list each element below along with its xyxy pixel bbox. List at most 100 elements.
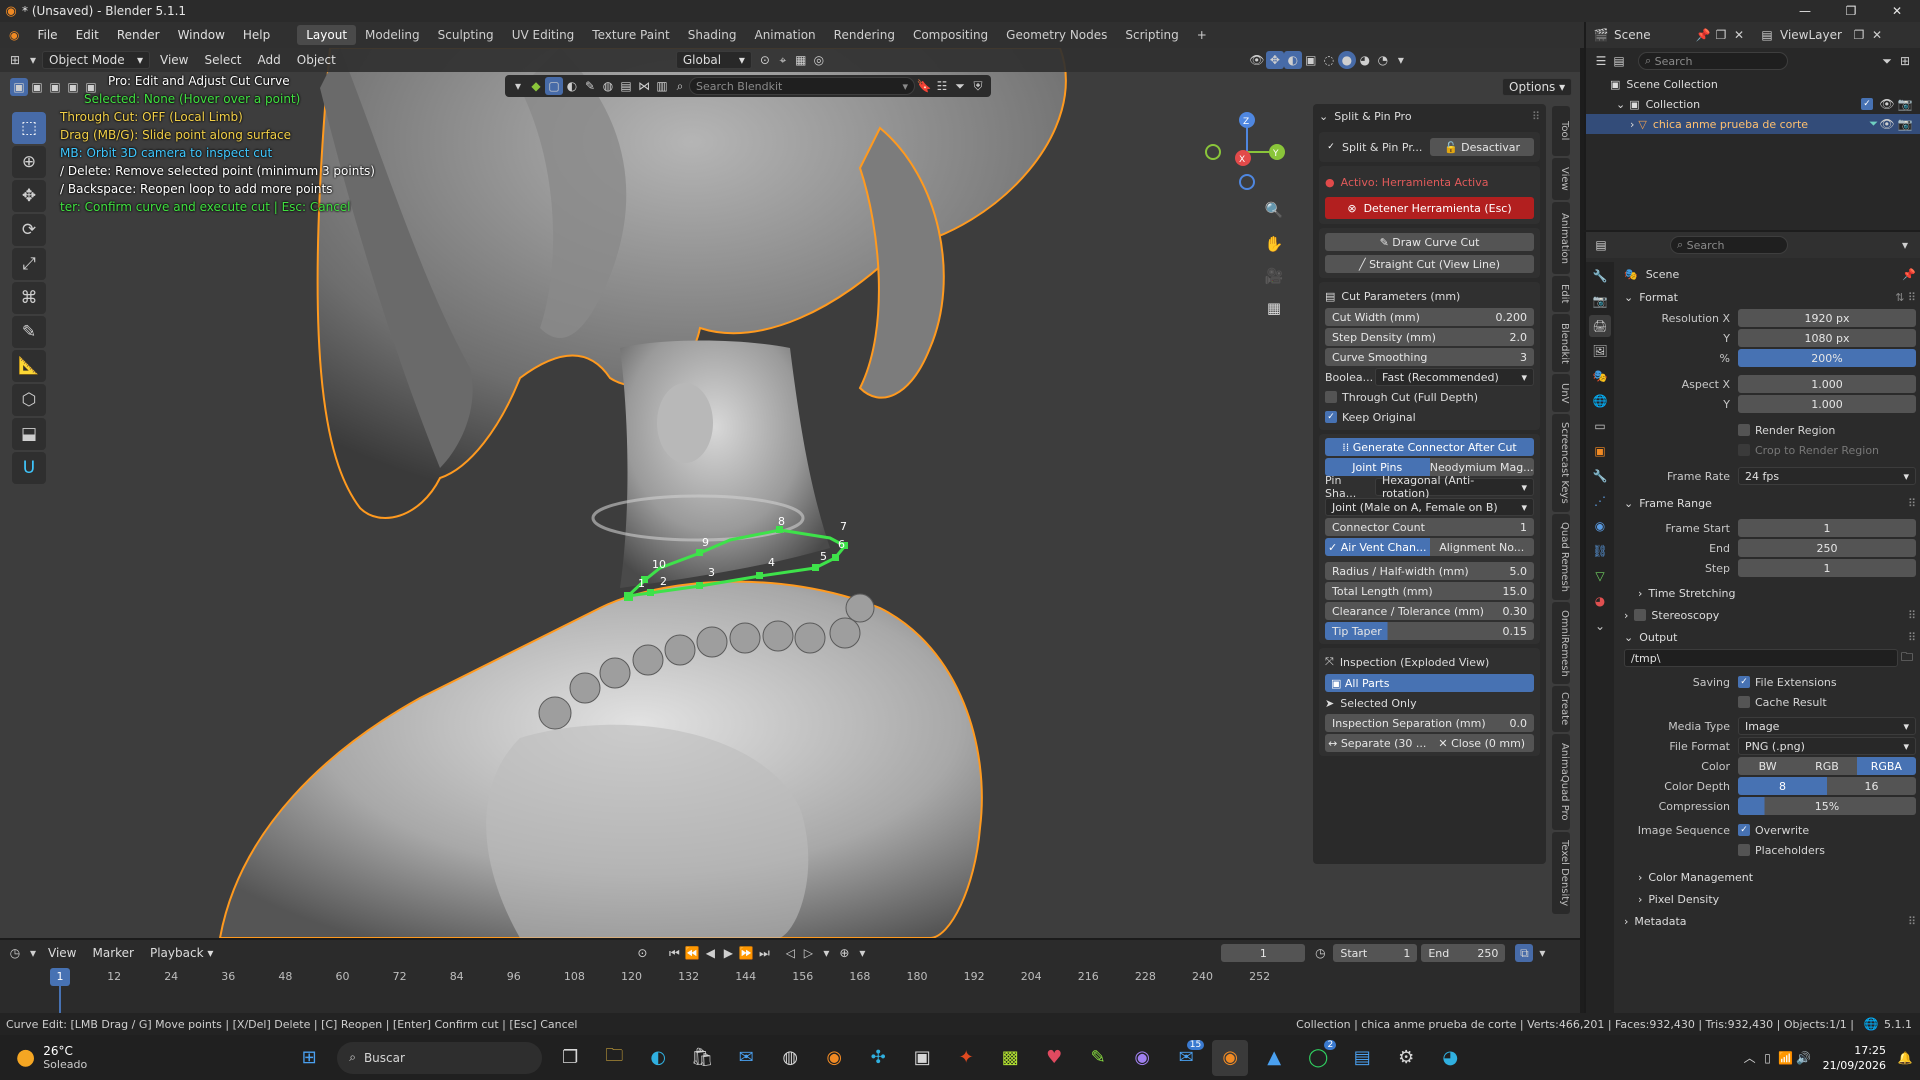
frame-end-field[interactable]: 250 xyxy=(1738,539,1916,557)
properties-options-icon[interactable]: ▾ xyxy=(1896,236,1914,254)
workspace-tab-texture-paint[interactable]: Texture Paint xyxy=(583,25,678,45)
draw-curve-cut-button[interactable]: ✎ Draw Curve Cut xyxy=(1325,233,1534,251)
color-management-subpanel[interactable]: › Color Management xyxy=(1616,866,1916,888)
menu-file[interactable]: File xyxy=(28,28,66,42)
eye-icon[interactable]: 👁 xyxy=(1878,115,1896,133)
app-heart-icon[interactable]: ♥ xyxy=(1036,1040,1072,1076)
add-workspace-icon[interactable]: + xyxy=(1188,25,1216,45)
metadata-panel-header[interactable]: › Metadata ⠿ xyxy=(1616,910,1916,932)
total-length-field[interactable]: Total Length (mm) 15.0 xyxy=(1325,582,1534,600)
pivot-icon[interactable]: ⊙ xyxy=(756,51,774,69)
shading-solid-icon[interactable]: ● xyxy=(1337,51,1356,69)
viewport-menu-object[interactable]: Object xyxy=(291,51,342,69)
file-extensions-checkbox[interactable]: ✓ xyxy=(1738,676,1750,688)
tray-volume-icon[interactable]: 🔊 xyxy=(1795,1049,1813,1067)
resolution-x-field[interactable]: 1920 px xyxy=(1738,309,1916,327)
output-panel-header[interactable]: ⌄ Output ⠿ xyxy=(1616,626,1916,648)
perspective-toggle-icon[interactable]: ▦ xyxy=(1262,296,1286,320)
menu-edit[interactable]: Edit xyxy=(67,28,108,42)
viewport-menu-view[interactable]: View xyxy=(154,51,194,69)
game-launcher-icon[interactable]: ✦ xyxy=(948,1040,984,1076)
cursor-tool-icon[interactable]: ⊕ xyxy=(12,146,46,178)
deactivate-button[interactable]: 🔓 Desactivar xyxy=(1430,138,1534,156)
start-frame-field[interactable]: Start 1 xyxy=(1333,944,1418,962)
editor-type-dropdown-icon[interactable]: ▾ xyxy=(24,51,42,69)
connector-count-field[interactable]: Connector Count 1 xyxy=(1325,518,1534,536)
stereoscopy-panel-header[interactable]: › Stereoscopy ⠿ xyxy=(1616,604,1916,626)
add-cube-tool-icon[interactable]: ⬡ xyxy=(12,384,46,416)
taskbar-search[interactable]: ⌕ Buscar xyxy=(337,1041,543,1074)
zoom-icon[interactable]: 🔍 xyxy=(1262,198,1286,222)
physics-tab-icon[interactable]: ◉ xyxy=(1589,515,1611,537)
material-tab-icon[interactable]: ◕ xyxy=(1589,590,1611,612)
color-depth-8-option[interactable]: 8 xyxy=(1738,777,1827,795)
particles-tab-icon[interactable]: ⋰ xyxy=(1589,490,1611,512)
viewport-menu-add[interactable]: Add xyxy=(252,51,287,69)
timeline-editor-icon[interactable]: ◷ xyxy=(6,944,24,962)
viewlayer-name[interactable]: ViewLayer xyxy=(1780,28,1850,42)
menu-window[interactable]: Window xyxy=(169,28,234,42)
visibility-icon[interactable]: 👁 xyxy=(1248,51,1266,69)
aspect-y-field[interactable]: 1.000 xyxy=(1738,395,1916,413)
world-tab-icon[interactable]: 🌐 xyxy=(1589,390,1611,412)
timeline-ruler[interactable]: 1 12 24 36 48 60 72 84 96 108 120 132 144 156 168 180 1… xyxy=(0,968,1580,1014)
keying-dropdown-icon[interactable]: ▾ xyxy=(817,944,835,962)
blendkit-search-input[interactable]: Search Blendkit ▾ xyxy=(689,77,915,95)
tool-tab-icon[interactable]: 🔧 xyxy=(1589,265,1611,287)
outliner-search-input[interactable]: ⌕ Search xyxy=(1638,52,1788,70)
color-bw-option[interactable]: BW xyxy=(1738,757,1798,775)
color-rgba-option[interactable]: RGBA xyxy=(1856,757,1916,775)
workspace-tab-layout[interactable]: Layout xyxy=(297,25,357,45)
asset-nodes-icon[interactable]: ⋈ xyxy=(635,77,653,95)
sidebar-tab-quad-remesh[interactable]: Quad Remesh xyxy=(1552,514,1570,600)
close-window-button[interactable]: ✕ xyxy=(1874,0,1920,22)
edge-icon[interactable]: ◐ xyxy=(640,1040,676,1076)
asset-model-icon[interactable]: ▢ xyxy=(545,77,563,95)
collection-tab-icon[interactable]: ▭ xyxy=(1589,415,1611,437)
boolean-dropdown[interactable]: Fast (Recommended) ▾ xyxy=(1375,368,1534,386)
outlook-icon[interactable]: ✉ xyxy=(728,1040,764,1076)
workspace-tab-compositing[interactable]: Compositing xyxy=(904,25,997,45)
rotate-tool-icon[interactable]: ⟳ xyxy=(12,214,46,246)
aspect-x-field[interactable]: 1.000 xyxy=(1738,375,1916,393)
menu-render[interactable]: Render xyxy=(108,28,169,42)
uv-tool-icon[interactable]: U xyxy=(12,452,46,484)
copilot-icon[interactable]: ◍ xyxy=(772,1040,808,1076)
alignment-toggle[interactable]: Alignment No... xyxy=(1429,538,1534,556)
clock-icon[interactable]: ◷ xyxy=(1311,944,1329,962)
transform-orientation-dropdown[interactable]: Global ▾ xyxy=(675,51,752,69)
options-dropdown[interactable]: Options ▾ xyxy=(1502,78,1573,96)
sidebar-tab-unv[interactable]: UnV xyxy=(1552,374,1570,412)
sidebar-tab-animation[interactable]: Animation xyxy=(1552,202,1570,274)
jump-start-icon[interactable]: ⏮ xyxy=(665,944,683,962)
notepad-icon[interactable]: ▤ xyxy=(1344,1040,1380,1076)
collection-check-icon[interactable]: ✓ xyxy=(1861,98,1873,110)
pin-icon[interactable]: 📌 xyxy=(1902,268,1916,281)
split-pin-tool-icon[interactable]: ⬓ xyxy=(12,418,46,450)
frame-range-panel-header[interactable]: ⌄ Frame Range ⠿ xyxy=(1616,492,1916,514)
whatsapp-icon[interactable]: ◯ 2 xyxy=(1300,1039,1337,1076)
eye-icon[interactable]: 👁 xyxy=(1878,95,1896,113)
play-reverse-icon[interactable]: ◀ xyxy=(701,944,719,962)
select-new-icon[interactable]: ▣ xyxy=(10,78,28,96)
display-mode-icon[interactable]: ▤ xyxy=(1610,52,1628,70)
shading-material-icon[interactable]: ◕ xyxy=(1356,51,1374,69)
jump-end-icon[interactable]: ⏭ xyxy=(755,944,773,962)
notifications-icon[interactable]: 🔔 xyxy=(1896,1049,1914,1067)
sidebar-tab-texel-density[interactable]: Texel Density xyxy=(1552,832,1570,914)
epic-games-icon[interactable]: ▣ xyxy=(904,1040,940,1076)
scene-tab-icon[interactable]: 🎭 xyxy=(1589,365,1611,387)
camera-view-icon[interactable]: 🎥 xyxy=(1262,264,1286,288)
resolution-y-field[interactable]: 1080 px xyxy=(1738,329,1916,347)
outliner-scene-collection[interactable]: ▣ Scene Collection xyxy=(1586,74,1920,94)
xray-toggle-icon[interactable]: ▣ xyxy=(1302,51,1320,69)
cache-result-checkbox[interactable] xyxy=(1738,696,1750,708)
sync-icon[interactable]: ⧉ xyxy=(1515,944,1534,962)
sidebar-tab-tool[interactable]: Tool xyxy=(1552,106,1570,156)
joint-type-dropdown[interactable]: Joint (Male on A, Female on B) ▾ xyxy=(1325,498,1534,516)
selected-only-button[interactable]: ➤ Selected Only xyxy=(1319,693,1540,713)
cut-width-field[interactable]: Cut Width (mm) 0.200 xyxy=(1325,308,1534,326)
all-parts-button[interactable]: ▣ All Parts xyxy=(1325,674,1534,692)
editor-type-dropdown-icon[interactable]: ▾ xyxy=(24,944,42,962)
clearance-field[interactable]: Clearance / Tolerance (mm) 0.30 xyxy=(1325,602,1534,620)
